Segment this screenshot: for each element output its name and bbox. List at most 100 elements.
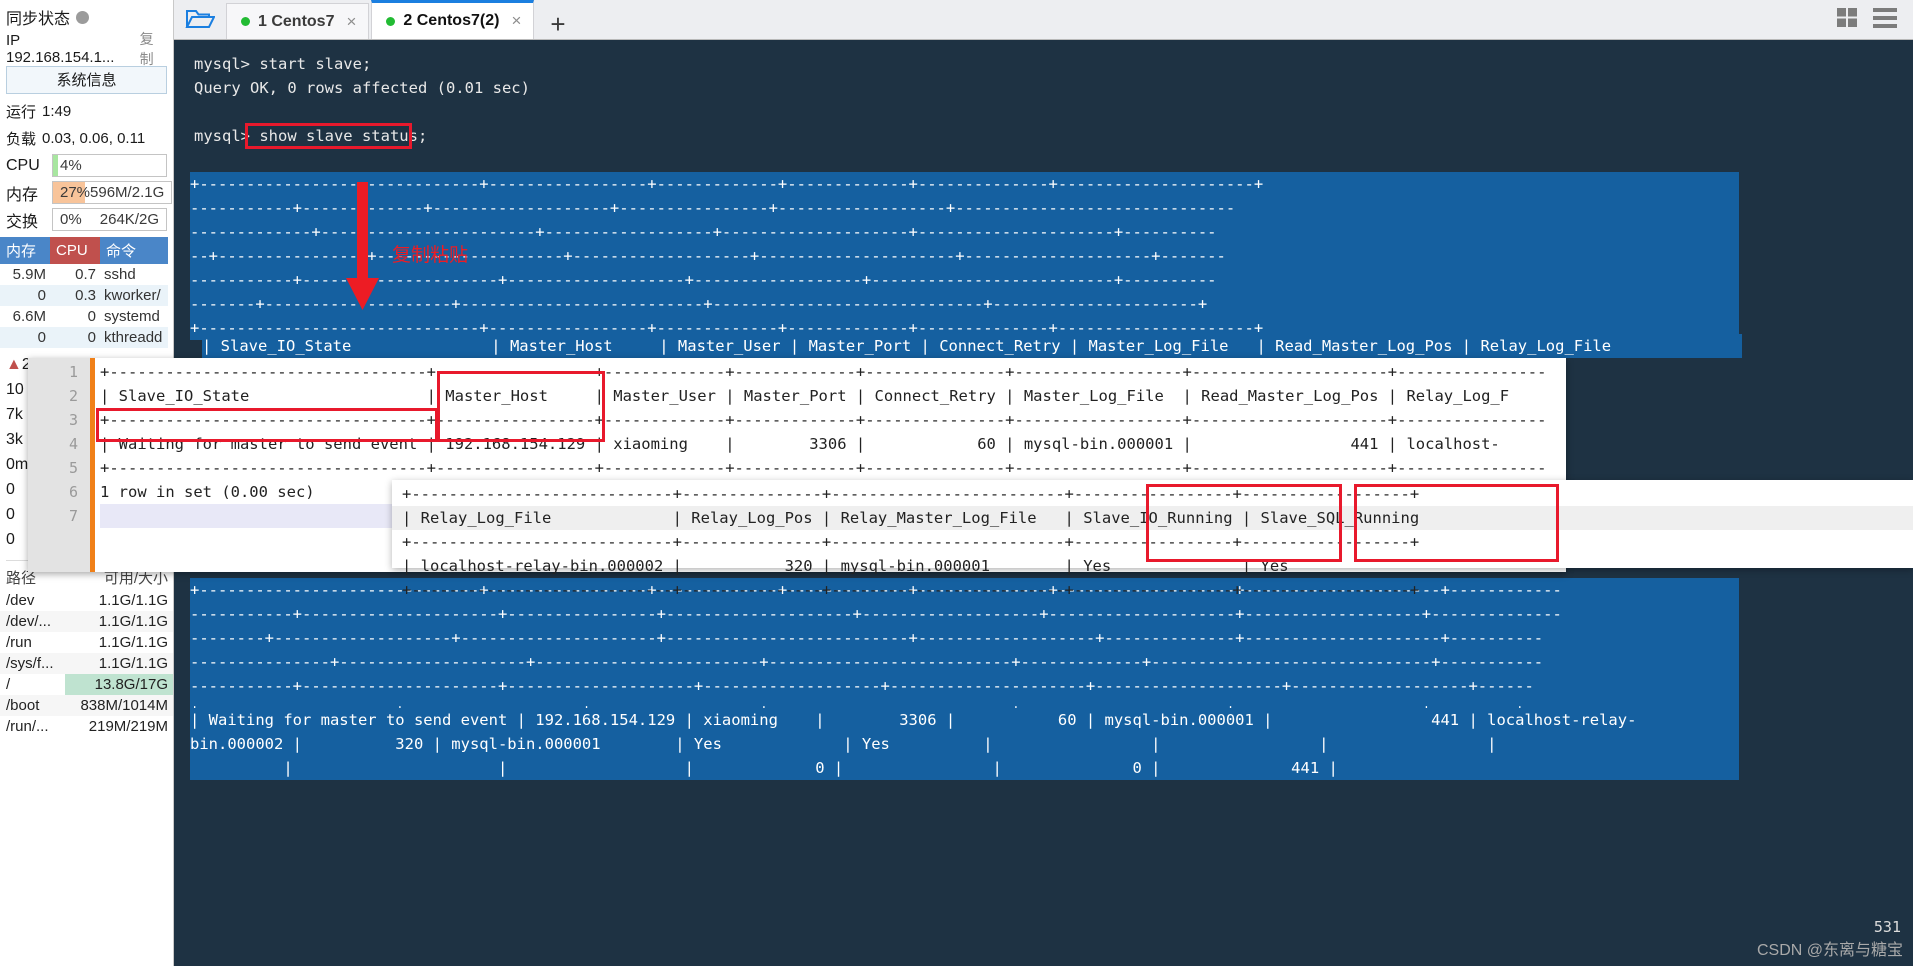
terminal-line: Query OK, 0 rows affected (0.01 sec) bbox=[194, 79, 530, 97]
swap-percent: 0% bbox=[60, 211, 82, 228]
process-col-cmd[interactable]: 命令 bbox=[100, 237, 168, 264]
tab-2[interactable]: 2 Centos7(2) × bbox=[371, 0, 535, 39]
copy-paste-arrow-icon bbox=[345, 182, 381, 317]
selected-line: -------+--------------------+-----------… bbox=[190, 292, 1739, 316]
disk-path: /dev/... bbox=[0, 611, 66, 632]
terminal-line: mysql> start slave; bbox=[194, 55, 372, 73]
process-row[interactable]: 6.6M 0 systemd bbox=[0, 306, 168, 327]
disk-row[interactable]: /dev/... 1.1G/1.1G bbox=[0, 611, 173, 632]
process-row[interactable]: 5.9M 0.7 sshd bbox=[0, 264, 168, 285]
disk-row[interactable]: /run 1.1G/1.1G bbox=[0, 632, 173, 653]
cpu-label: CPU bbox=[6, 156, 40, 174]
process-cmd: systemd bbox=[104, 308, 160, 325]
disk-size: 838M/1014M bbox=[65, 695, 173, 716]
process-mem: 0 bbox=[0, 327, 50, 348]
uptime-value: 1:49 bbox=[42, 103, 72, 120]
process-cmd: kworker/ bbox=[100, 285, 168, 306]
panel-1-line: | Waiting for master to send event | 192… bbox=[100, 435, 1500, 453]
terminal-tab-bar: 1 Centos7 × 2 Centos7(2) × + bbox=[174, 0, 1913, 40]
disk-size: 219M/219M bbox=[88, 718, 168, 735]
uptime-label: 运行 bbox=[6, 104, 37, 121]
disk-size: 1.1G/1.1G bbox=[98, 634, 168, 651]
line-number: 7 bbox=[68, 507, 78, 525]
hamburger-menu-icon[interactable] bbox=[1873, 8, 1897, 33]
result-row-1: | Waiting for master to send event | 192… bbox=[190, 708, 1739, 732]
tab-close-icon[interactable]: × bbox=[346, 12, 356, 32]
panel-1-line: +----------------------------------+----… bbox=[100, 459, 1547, 477]
process-table: 内存 CPU 命令 5.9M 0.7 sshd 0 0.3 kworker/6.6M 0 sy… bbox=[0, 237, 168, 348]
selected-line: -----------+---------------------+------… bbox=[190, 268, 1739, 292]
cpu-row: CPU 4% bbox=[0, 152, 173, 179]
panel-1-modified-bar bbox=[90, 358, 95, 572]
disk-path: /run/... bbox=[6, 718, 49, 735]
process-mem: 6.6M bbox=[12, 308, 46, 325]
line-number: 4 bbox=[68, 435, 78, 453]
process-row[interactable]: 0 0 kthreadd bbox=[0, 327, 168, 348]
watermark-label: CSDN @东离与糖宝 bbox=[1756, 942, 1903, 959]
pasted-result-panel-2[interactable]: +----------------------------+----------… bbox=[392, 480, 1913, 599]
selected-line: -----------+-------------+--------------… bbox=[190, 196, 1739, 220]
process-row[interactable]: 0 0.3 kworker/ bbox=[0, 285, 168, 306]
copy-ip-button[interactable]: 复制 bbox=[140, 29, 167, 69]
disk-row[interactable]: /run/... 219M/219M bbox=[0, 716, 173, 737]
panel-2-line: | Relay_Log_File | Relay_Log_Pos | Relay… bbox=[392, 506, 1913, 530]
result-row-3: | | | 0 | | 0 | 441 | bbox=[190, 756, 1739, 780]
disk-row[interactable]: / 13.8G/17G bbox=[0, 674, 173, 695]
swap-row: 交换 0% 264K/2G bbox=[0, 206, 173, 233]
disk-path: /boot bbox=[0, 695, 66, 716]
tab-close-icon[interactable]: × bbox=[511, 11, 521, 31]
process-mem: 5.9M bbox=[12, 266, 46, 283]
process-cmd: kthreadd bbox=[100, 327, 168, 348]
terminal-result-header-row: | Slave_IO_State | Master_Host | Master_… bbox=[202, 334, 1742, 358]
sync-status-label: 同步状态 bbox=[6, 11, 71, 28]
sysinfo-button-wrap: 系统信息 bbox=[0, 64, 173, 98]
process-cpu: 0 bbox=[50, 327, 100, 348]
process-col-mem[interactable]: 内存 bbox=[0, 237, 50, 264]
terminal-prompt-lines: mysql> start slave; Query OK, 0 rows affe… bbox=[182, 40, 1913, 148]
disk-path: /sys/f... bbox=[0, 653, 66, 674]
selected-line: +------------------------------+--------… bbox=[190, 172, 1739, 196]
cpu-meter: 4% bbox=[52, 154, 167, 177]
folder-open-icon[interactable] bbox=[174, 0, 226, 39]
terminal-result-rows: | Waiting for master to send event | 192… bbox=[190, 708, 1739, 780]
line-number: 1 bbox=[68, 363, 78, 381]
process-col-cpu[interactable]: CPU bbox=[50, 237, 100, 264]
disk-row[interactable]: /dev 1.1G/1.1G bbox=[0, 590, 173, 611]
new-tab-button[interactable]: + bbox=[536, 11, 579, 39]
tab-status-icon bbox=[386, 16, 396, 26]
line-number: 2 bbox=[68, 387, 78, 405]
swap-detail: 264K/2G bbox=[99, 211, 159, 228]
system-info-button[interactable]: 系统信息 bbox=[6, 66, 167, 94]
ip-row: IP 192.168.154.1... 复制 bbox=[0, 31, 173, 67]
memory-label: 内存 bbox=[6, 186, 39, 204]
panel-2-line: +----------------------------+----------… bbox=[402, 533, 1420, 551]
panel-1-line: +----------------------------------+----… bbox=[100, 411, 1547, 429]
process-cpu: 0.3 bbox=[50, 285, 100, 306]
panel-2-line: | localhost-relay-bin.000002 | 320 | mys… bbox=[402, 557, 1289, 575]
disk-row[interactable]: /boot 838M/1014M bbox=[0, 695, 173, 716]
corner-number: 531 bbox=[1873, 918, 1901, 936]
copy-paste-annotation: 复制粘贴 bbox=[392, 245, 469, 266]
memory-percent: 27% bbox=[60, 184, 91, 201]
process-cpu: 0.7 bbox=[75, 266, 96, 283]
swap-meter: 0% 264K/2G bbox=[52, 208, 167, 231]
load-value: 0.03, 0.06, 0.11 bbox=[42, 130, 146, 147]
disk-row[interactable]: /sys/f... 1.1G/1.1G bbox=[0, 653, 173, 674]
ip-label: IP 192.168.154.1... bbox=[6, 32, 115, 66]
process-table-header: 内存 CPU 命令 bbox=[0, 237, 168, 264]
bottom-line: -----------+---------------------+------… bbox=[190, 674, 1739, 698]
line-number: 5 bbox=[68, 459, 78, 477]
sync-status-indicator-icon bbox=[76, 10, 90, 24]
process-mem: 0 bbox=[0, 285, 50, 306]
disk-size: 1.1G/1.1G bbox=[65, 653, 173, 674]
line-number: 6 bbox=[68, 483, 78, 501]
panel-2-line: +----------------------------+----------… bbox=[402, 485, 1420, 503]
disk-usage-table: 路径 可用/大小 /dev 1.1G/1.1G/dev/... 1.1G/1.1G /… bbox=[0, 565, 173, 737]
tab-1[interactable]: 1 Centos7 × bbox=[226, 3, 370, 39]
swap-label: 交换 bbox=[6, 213, 39, 231]
panel-2-line: +----------------------------+----------… bbox=[402, 581, 1420, 599]
panel-1-line: +----------------------------------+----… bbox=[100, 363, 1547, 381]
grid-view-icon[interactable] bbox=[1837, 8, 1859, 33]
bottom-line: -----------+---------------------+------… bbox=[190, 602, 1739, 626]
memory-meter: 27% 596M/2.1G bbox=[52, 181, 173, 204]
